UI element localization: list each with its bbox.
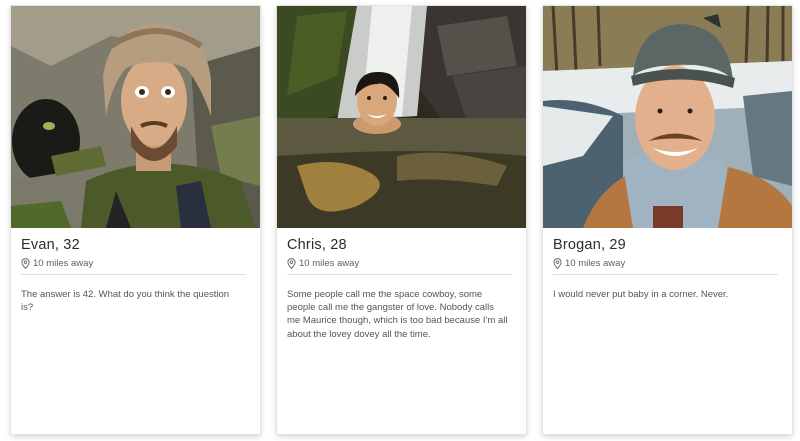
profile-bio: I would never put baby in a corner. Neve… <box>553 289 729 300</box>
profile-distance: 10 miles away <box>21 258 93 269</box>
distance-label: 10 miles away <box>33 258 94 269</box>
profile-distance: 10 miles away <box>287 258 359 269</box>
profile-photo-brogan <box>543 6 792 228</box>
profile-photo-chris <box>277 6 526 228</box>
profile-photo-evan <box>11 6 260 228</box>
profile-name: Evan, 32 <box>21 237 80 253</box>
divider <box>287 274 512 275</box>
profile-name: Brogan, 29 <box>553 237 626 253</box>
profile-distance: 10 miles away <box>553 258 625 269</box>
man-by-waterfall-photo <box>277 6 526 228</box>
location-pin-icon <box>287 258 296 269</box>
man-in-wool-cap-photo <box>543 6 792 228</box>
distance-label: 10 miles away <box>299 258 360 269</box>
divider <box>553 274 778 275</box>
man-in-fur-hat-photo <box>11 6 260 228</box>
profile-card-chris[interactable]: Chris, 28 10 miles away Some people call… <box>277 6 526 434</box>
profile-card-evan[interactable]: Evan, 32 10 miles away The answer is 42.… <box>11 6 260 434</box>
profile-name: Chris, 28 <box>287 237 347 253</box>
location-pin-icon <box>21 258 30 269</box>
profile-card-brogan[interactable]: Brogan, 29 10 miles away I would never p… <box>543 6 792 434</box>
location-pin-icon <box>553 258 562 269</box>
divider <box>21 274 246 275</box>
profile-bio: Some people call me the space cowboy, so… <box>287 289 508 340</box>
distance-label: 10 miles away <box>565 258 626 269</box>
profile-bio: The answer is 42. What do you think the … <box>21 289 230 314</box>
